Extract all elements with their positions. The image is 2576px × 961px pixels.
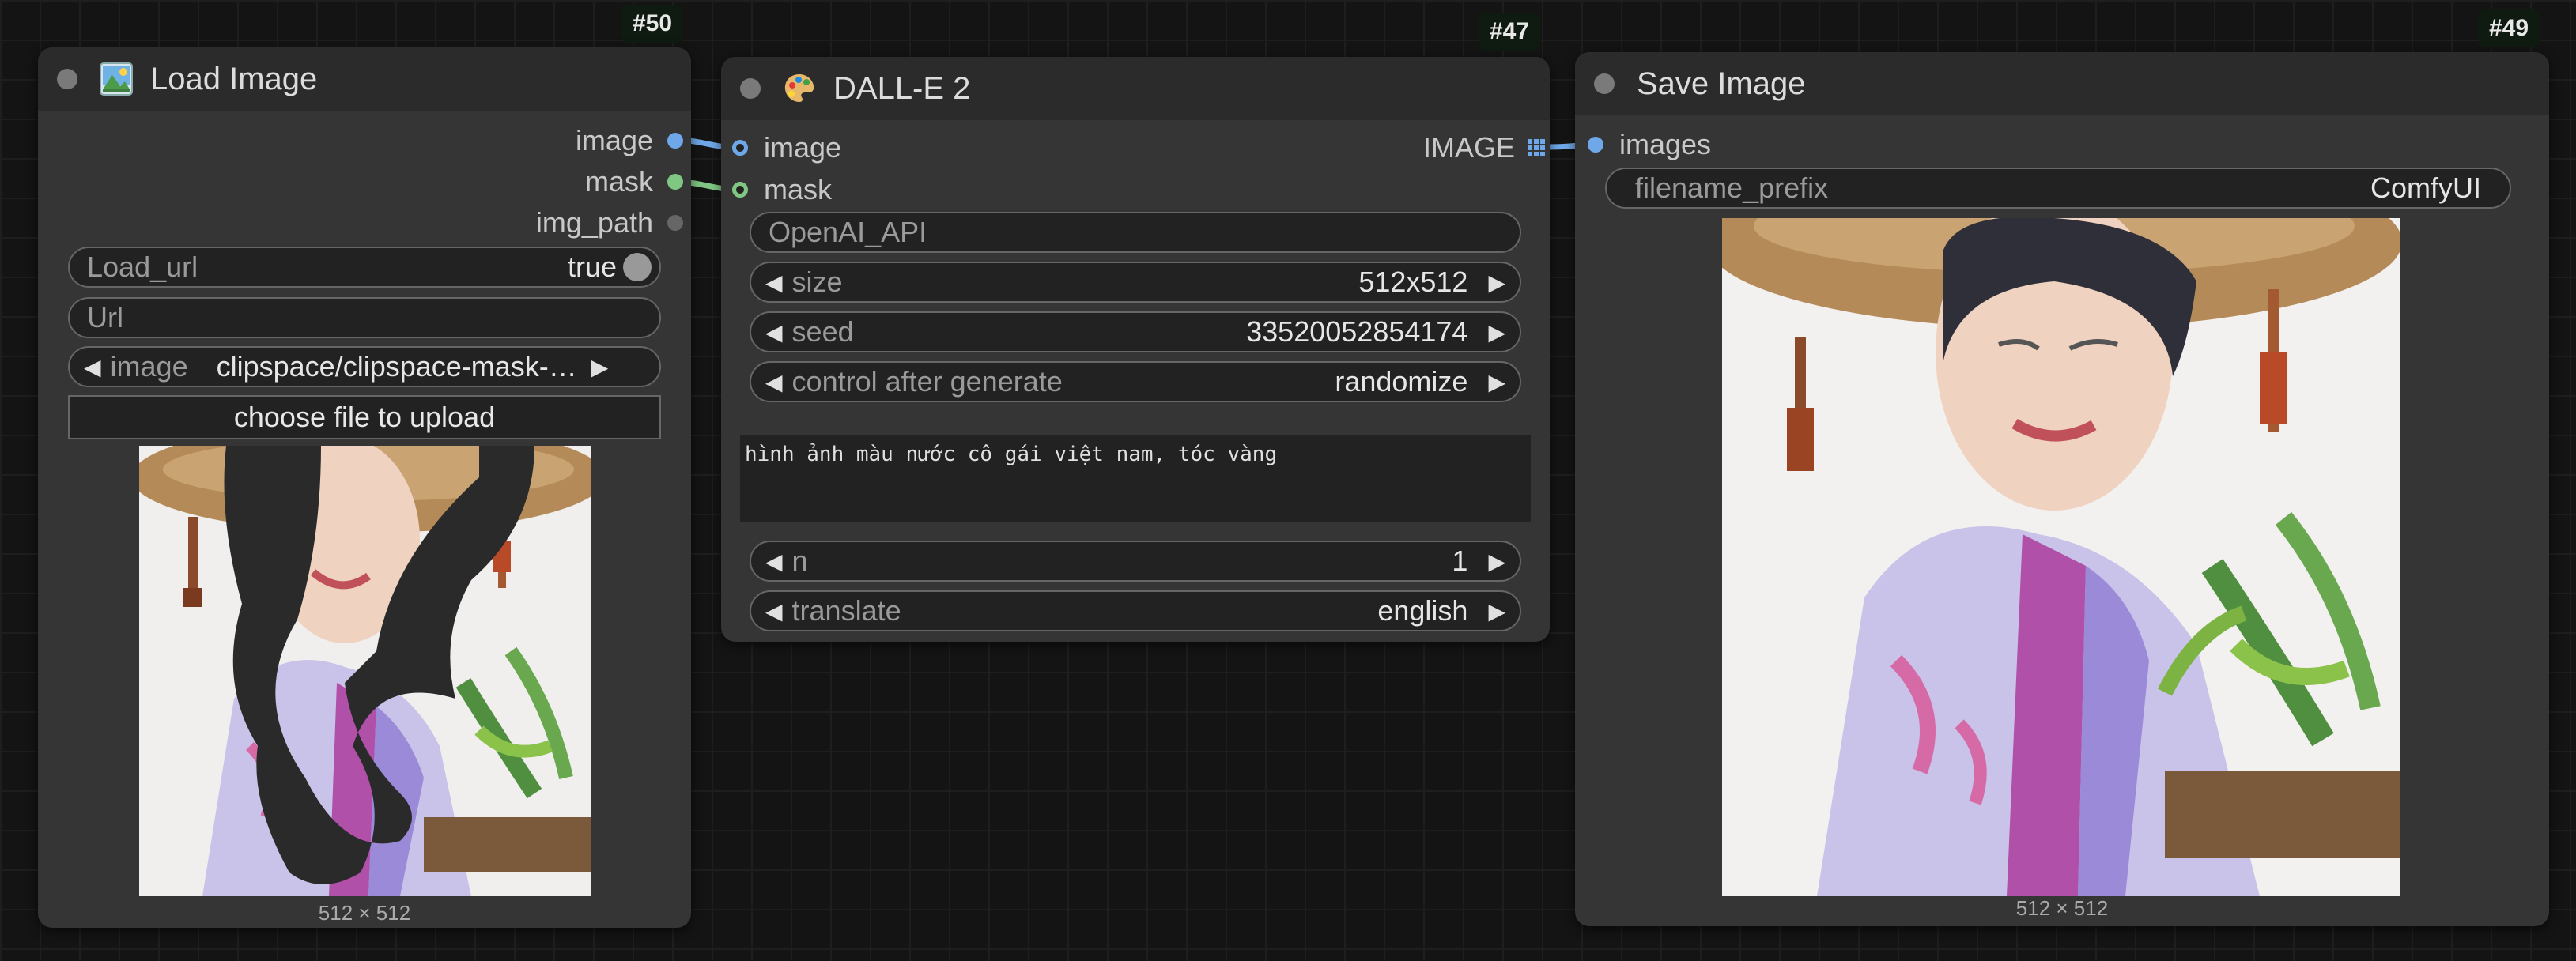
input-dot-mask[interactable]	[732, 182, 748, 198]
widget-label: OpenAI_API	[769, 216, 927, 248]
image-combo[interactable]: ◀ image clipspace/clipspace-mask-… ▶	[68, 346, 661, 387]
size-combo[interactable]: ◀ size 512x512 ▶	[750, 262, 1521, 303]
collapse-toggle[interactable]	[57, 69, 77, 89]
input-slot-mask[interactable]: mask	[732, 170, 832, 209]
decrement-arrow-icon[interactable]: ◀	[765, 548, 783, 575]
node-title: Save Image	[1637, 66, 1806, 101]
decrement-arrow-icon[interactable]: ◀	[84, 354, 101, 380]
grid-output-icon[interactable]	[1528, 139, 1545, 156]
output-dot-mask[interactable]	[667, 174, 683, 190]
decrement-arrow-icon[interactable]: ◀	[765, 369, 783, 395]
output-label: IMAGE	[1422, 131, 1515, 164]
node-id-badge-load-image: #50	[621, 5, 684, 43]
upload-button[interactable]: choose file to upload	[68, 395, 661, 439]
load-image-node[interactable]: Load Image image mask img_path Load_url …	[38, 47, 691, 928]
seed-number[interactable]: ◀ seed 33520052854174 ▶	[750, 311, 1521, 352]
preview-size-caption: 512 × 512	[318, 901, 411, 925]
input-label: images	[1619, 128, 1712, 160]
output-label: image	[575, 124, 653, 156]
input-dot-image[interactable]	[732, 140, 748, 156]
widget-label: seed	[791, 315, 854, 348]
output-dot-image[interactable]	[667, 133, 683, 149]
widget-label: filename_prefix	[1635, 171, 1829, 204]
increment-arrow-icon[interactable]: ▶	[1488, 269, 1505, 296]
widget-label: translate	[791, 594, 901, 627]
node-id-badge-dalle2: #47	[1479, 13, 1541, 51]
save-image-node[interactable]: Save Image images filename_prefix ComfyU…	[1575, 52, 2549, 926]
collapse-toggle[interactable]	[740, 78, 761, 99]
output-image	[1722, 218, 2400, 896]
output-slot-mask[interactable]: mask	[585, 162, 683, 202]
url-input[interactable]: Url	[68, 297, 661, 338]
input-slot-image[interactable]: image	[732, 128, 841, 168]
output-size-caption: 512 × 512	[2015, 896, 2109, 920]
artist-palette-icon	[784, 74, 814, 102]
widget-value: ComfyUI	[2370, 171, 2481, 204]
output-slot-image[interactable]: image	[576, 121, 683, 160]
node-title: Load Image	[150, 61, 318, 96]
output-slot-image[interactable]: IMAGE	[1423, 128, 1545, 168]
node-id-badge-save-image: #49	[2478, 9, 2540, 47]
widget-value: true	[567, 251, 617, 283]
widget-value: english	[1377, 594, 1468, 627]
widget-value: clipspace/clipspace-mask-…	[216, 350, 577, 383]
widget-value: 512x512	[1358, 266, 1468, 298]
widget-label: size	[791, 266, 843, 298]
node-title: DALL-E 2	[833, 70, 971, 106]
increment-arrow-icon[interactable]: ▶	[1488, 548, 1505, 575]
decrement-arrow-icon[interactable]: ◀	[765, 269, 783, 296]
increment-arrow-icon[interactable]: ▶	[1488, 369, 1505, 395]
node-title-bar[interactable]: Save Image	[1575, 52, 2549, 115]
decrement-arrow-icon[interactable]: ◀	[765, 319, 783, 345]
increment-arrow-icon[interactable]: ▶	[591, 354, 609, 380]
toggle-knob-icon[interactable]	[623, 253, 652, 281]
input-dot-images[interactable]	[1588, 137, 1603, 153]
widget-label: control after generate	[791, 365, 1063, 398]
prompt-textarea[interactable]: hình ảnh màu nước cô gái việt nam, tóc v…	[740, 435, 1531, 522]
widget-label: Load_url	[87, 251, 198, 283]
api-input[interactable]: OpenAI_API	[750, 212, 1521, 253]
collapse-toggle[interactable]	[1594, 73, 1615, 94]
control-after-generate-combo[interactable]: ◀ control after generate randomize ▶	[750, 361, 1521, 402]
widget-label: Url	[87, 301, 123, 334]
widget-value: randomize	[1335, 365, 1468, 398]
widget-value: 1	[1452, 545, 1468, 577]
load-url-toggle[interactable]: Load_url true	[68, 247, 661, 288]
input-label: image	[764, 131, 842, 164]
input-slot-images[interactable]: images	[1588, 125, 1711, 164]
output-dot-img-path[interactable]	[667, 215, 683, 231]
widget-label: n	[791, 545, 808, 577]
widget-label: image	[110, 350, 188, 383]
increment-arrow-icon[interactable]: ▶	[1488, 598, 1505, 624]
output-slot-img-path[interactable]: img_path	[536, 203, 683, 243]
translate-combo[interactable]: ◀ translate english ▶	[750, 590, 1521, 631]
preview-image	[139, 446, 591, 896]
dalle2-node[interactable]: DALL-E 2 image mask IMAGE OpenAI_API ◀ s…	[721, 57, 1550, 642]
increment-arrow-icon[interactable]: ▶	[1488, 319, 1505, 345]
node-title-bar[interactable]: Load Image	[38, 47, 691, 111]
output-label: mask	[584, 165, 653, 198]
decrement-arrow-icon[interactable]: ◀	[765, 598, 783, 624]
input-label: mask	[764, 173, 833, 205]
landscape-picture-icon	[100, 62, 133, 96]
output-label: img_path	[535, 206, 653, 239]
filename-prefix-input[interactable]: filename_prefix ComfyUI	[1605, 168, 2511, 209]
n-number[interactable]: ◀ n 1 ▶	[750, 541, 1521, 582]
node-title-bar[interactable]: DALL-E 2	[721, 57, 1550, 120]
widget-value: 33520052854174	[1246, 315, 1468, 348]
